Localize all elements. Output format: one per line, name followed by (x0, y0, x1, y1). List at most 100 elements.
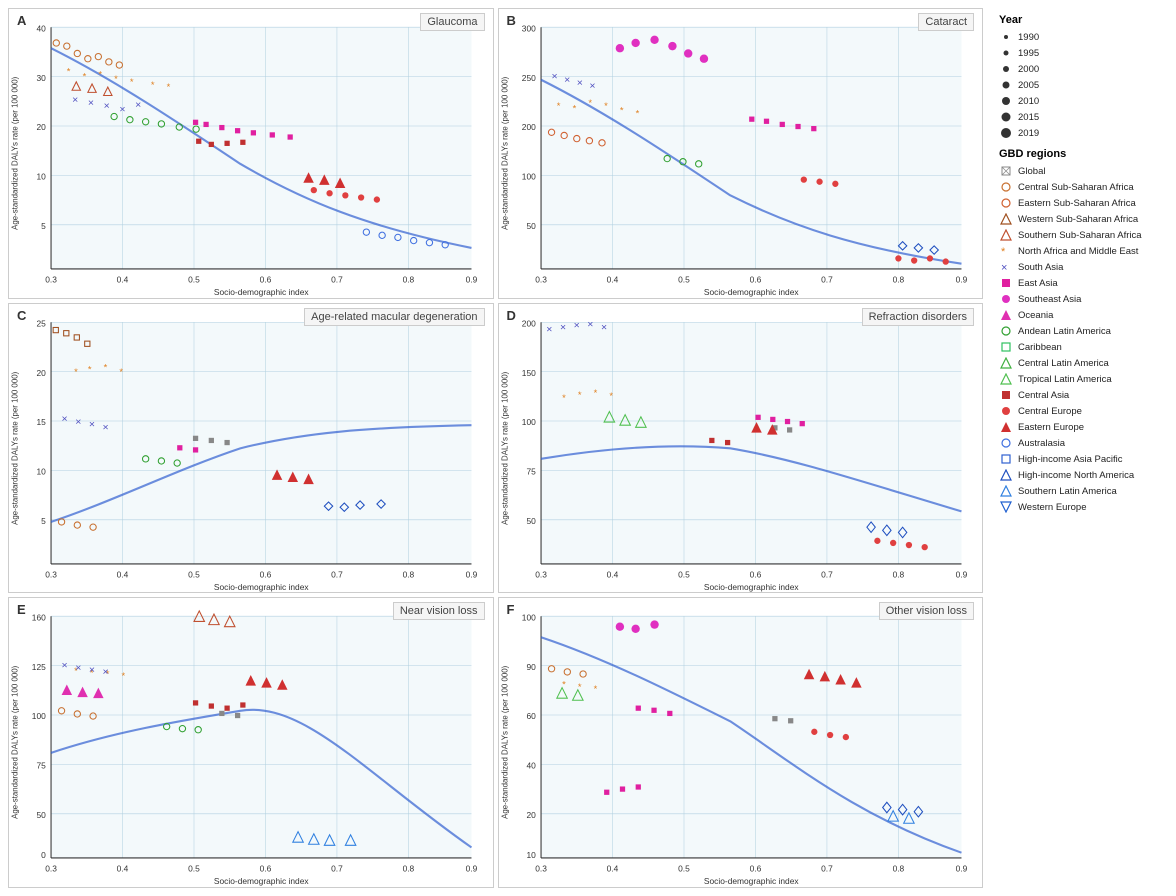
svg-text:×: × (104, 100, 110, 112)
panel-f-title: Other vision loss (879, 602, 974, 620)
svg-text:10: 10 (36, 466, 46, 476)
svg-text:0.6: 0.6 (260, 864, 272, 874)
year-2005-label: 2005 (1018, 80, 1039, 91)
svg-text:50: 50 (526, 221, 536, 231)
glaucoma-chart: 40 30 20 10 5 0.3 0.4 0.5 0.6 0.7 0.8 0.… (9, 9, 493, 298)
region-central-asia-label: Central Asia (1018, 390, 1069, 401)
svg-text:40: 40 (36, 23, 46, 33)
year-2015-label: 2015 (1018, 112, 1039, 123)
year-1990-symbol (999, 30, 1013, 44)
svg-text:0.4: 0.4 (117, 275, 129, 285)
region-global-label: Global (1018, 166, 1045, 177)
legend-global: Global (999, 164, 1168, 178)
svg-text:×: × (587, 318, 593, 330)
svg-text:×: × (119, 103, 125, 115)
region-hi-north-america-label: High-income North America (1018, 470, 1134, 481)
svg-text:×: × (75, 416, 81, 428)
svg-text:×: × (546, 323, 552, 335)
svg-text:*: * (1001, 246, 1006, 257)
svg-text:*: * (121, 672, 125, 683)
svg-text:*: * (593, 387, 597, 398)
svg-text:×: × (573, 319, 579, 331)
svg-text:×: × (600, 321, 606, 333)
svg-text:0.7: 0.7 (331, 275, 343, 285)
svg-text:×: × (62, 413, 68, 425)
svg-text:0.5: 0.5 (678, 275, 690, 285)
svg-text:150: 150 (521, 367, 535, 377)
year-2010-label: 2010 (1018, 96, 1039, 107)
svg-text:0.5: 0.5 (678, 569, 690, 579)
svg-text:50: 50 (526, 516, 536, 526)
svg-text:50: 50 (36, 810, 46, 820)
svg-text:100: 100 (32, 712, 46, 722)
svg-text:×: × (135, 99, 141, 111)
region-north-africa-label: North Africa and Middle East (1018, 246, 1138, 257)
year-1995-label: 1995 (1018, 48, 1039, 59)
svg-text:Socio-demographic index: Socio-demographic index (703, 877, 798, 887)
svg-text:0.6: 0.6 (749, 864, 761, 874)
svg-text:*: * (83, 72, 87, 83)
svg-text:0: 0 (41, 850, 46, 860)
panel-amd: C Age-related macular degeneration 25 20… (8, 303, 494, 594)
legend-western-europe: Western Europe (999, 500, 1168, 514)
panel-a-label: A (17, 13, 26, 28)
svg-text:0.4: 0.4 (606, 275, 618, 285)
svg-text:300: 300 (521, 23, 535, 33)
svg-text:×: × (559, 321, 565, 333)
svg-text:Age-standardized DALYs rate (p: Age-standardized DALYs rate (per 100 000… (500, 371, 509, 524)
svg-text:0.3: 0.3 (45, 569, 57, 579)
panel-d-label: D (507, 308, 516, 323)
svg-text:160: 160 (32, 613, 46, 623)
svg-text:*: * (562, 393, 566, 404)
svg-text:*: * (119, 366, 123, 377)
svg-text:0.9: 0.9 (466, 569, 478, 579)
svg-text:60: 60 (526, 712, 536, 722)
legend-panel: Year 1990 1995 2000 2005 2010 2015 (991, 0, 1176, 896)
region-western-europe-label: Western Europe (1018, 502, 1086, 513)
svg-text:40: 40 (526, 761, 536, 771)
svg-text:200: 200 (521, 122, 535, 132)
legend-western-sub-saharan: Western Sub-Saharan Africa (999, 212, 1168, 226)
svg-text:0.3: 0.3 (535, 569, 547, 579)
region-east-asia-label: East Asia (1018, 278, 1058, 289)
legend-hi-north-america: High-income North America (999, 468, 1168, 482)
svg-text:20: 20 (526, 810, 536, 820)
legend-central-sub-saharan: Central Sub-Saharan Africa (999, 180, 1168, 194)
svg-text:100: 100 (521, 613, 535, 623)
refraction-chart: 200 150 100 75 50 0.3 0.4 0.5 0.6 0.7 0.… (499, 304, 983, 593)
svg-text:0.3: 0.3 (45, 275, 57, 285)
svg-text:*: * (635, 109, 639, 120)
year-2010-item: 2010 (999, 94, 1168, 108)
year-1995-symbol (999, 46, 1013, 60)
svg-text:25: 25 (36, 318, 46, 328)
svg-text:0.5: 0.5 (188, 569, 200, 579)
svg-text:75: 75 (526, 466, 536, 476)
panel-e-label: E (17, 602, 26, 617)
svg-text:10: 10 (36, 172, 46, 182)
svg-text:Socio-demographic index: Socio-demographic index (214, 582, 309, 592)
region-central-latin-label: Central Latin America (1018, 358, 1109, 369)
region-southeast-asia-label: Southeast Asia (1018, 294, 1081, 305)
panel-b-title: Cataract (918, 13, 974, 31)
panel-f-label: F (507, 602, 515, 617)
svg-text:0.7: 0.7 (821, 864, 833, 874)
svg-text:100: 100 (521, 417, 535, 427)
legend-australasia: Australasia (999, 436, 1168, 450)
legend-central-latin: Central Latin America (999, 356, 1168, 370)
svg-text:0.6: 0.6 (260, 569, 272, 579)
svg-text:*: * (74, 366, 78, 377)
svg-text:0.9: 0.9 (466, 275, 478, 285)
svg-text:*: * (88, 364, 92, 375)
panel-near-vision: E Near vision loss 160 125 100 75 50 0 0… (8, 597, 494, 888)
svg-text:×: × (564, 74, 570, 86)
region-caribbean-label: Caribbean (1018, 342, 1062, 353)
year-1990-label: 1990 (1018, 32, 1039, 43)
svg-text:×: × (551, 71, 557, 83)
svg-text:0.9: 0.9 (955, 275, 967, 285)
svg-text:Age-standardized DALYs rate (p: Age-standardized DALYs rate (per 100 000… (10, 76, 19, 229)
legend-andean: Andean Latin America (999, 324, 1168, 338)
svg-text:0.5: 0.5 (678, 864, 690, 874)
svg-text:0.4: 0.4 (606, 569, 618, 579)
svg-text:Socio-demographic index: Socio-demographic index (703, 287, 798, 297)
legend-southeast-asia: Southeast Asia (999, 292, 1168, 306)
